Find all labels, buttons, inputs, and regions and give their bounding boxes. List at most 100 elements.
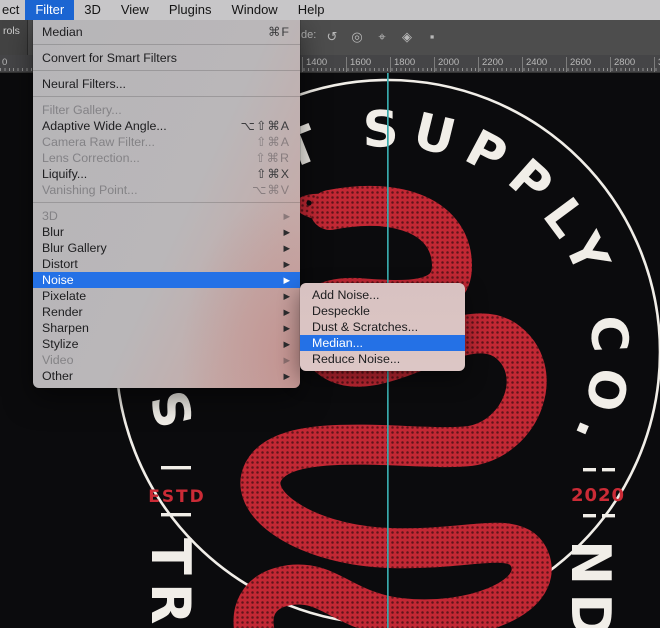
menu-item-label: Blur Gallery xyxy=(42,240,107,256)
menu-bar: ectFilter3DViewPluginsWindowHelp xyxy=(0,0,660,20)
submenu-item-despeckle[interactable]: Despeckle xyxy=(300,303,465,319)
menu-item-render[interactable]: Render ▶ xyxy=(33,304,300,320)
menu-item-label: Distort xyxy=(42,256,78,272)
menubar-item-view[interactable]: View xyxy=(111,0,159,20)
menu-item-label: Sharpen xyxy=(42,320,89,336)
menu-item-convert-for-smart-filters[interactable]: Convert for Smart Filters xyxy=(33,50,300,66)
photoshop-window: SERPENT SUPPLY CO. ESTD 2020 TRV ND ectF… xyxy=(0,0,660,628)
submenu-arrow-icon: ▶ xyxy=(283,288,290,304)
menu-item-stylize[interactable]: Stylize ▶ xyxy=(33,336,300,352)
menubar-item-filter[interactable]: Filter xyxy=(25,0,74,20)
menu-item-label: Other xyxy=(42,368,73,384)
mode-icon-group: ↺ ◎ ⌖ ◈ ▪ xyxy=(324,25,440,49)
ruler-origin-label: 0 xyxy=(2,57,7,68)
menu-item-label: Liquify... xyxy=(42,166,87,182)
menu-item-pixelate[interactable]: Pixelate ▶ xyxy=(33,288,300,304)
menu-item-label: Blur xyxy=(42,224,64,240)
menu-item-label: Adaptive Wide Angle... xyxy=(42,118,167,134)
ruler-label-30: 30 xyxy=(654,57,660,72)
menu-separator xyxy=(33,70,300,71)
submenu-arrow-icon: ▶ xyxy=(283,352,290,368)
menu-item-filter-gallery[interactable]: Filter Gallery... xyxy=(33,102,300,118)
submenu-item-reduce-noise[interactable]: Reduce Noise... xyxy=(300,351,465,367)
menu-separator xyxy=(33,44,300,45)
menu-item-label: Lens Correction... xyxy=(42,150,140,166)
submenu-arrow-icon: ▶ xyxy=(283,256,290,272)
menu-item-other[interactable]: Other ▶ xyxy=(33,368,300,384)
menu-item-noise[interactable]: Noise ▶ xyxy=(33,272,300,288)
menu-item-blur[interactable]: Blur ▶ xyxy=(33,224,300,240)
submenu-arrow-icon: ▶ xyxy=(283,368,290,384)
slide-3d-view-icon[interactable]: ◈ xyxy=(399,25,415,49)
submenu-arrow-icon: ▶ xyxy=(283,240,290,256)
ruler-label-2400: 2400 xyxy=(522,57,547,72)
menu-item-shortcut: ⌥⌘V xyxy=(252,182,290,198)
menubar-item-3d[interactable]: 3D xyxy=(74,0,111,20)
menu-item-label: Filter Gallery... xyxy=(42,102,122,118)
menu-item-blur-gallery[interactable]: Blur Gallery ▶ xyxy=(33,240,300,256)
menu-item-label: Median xyxy=(42,24,83,40)
noise-submenu: Add Noise...DespeckleDust & Scratches...… xyxy=(300,283,465,371)
submenu-item-add-noise[interactable]: Add Noise... xyxy=(300,287,465,303)
menu-item-lens-correction[interactable]: Lens Correction... ⇧⌘R xyxy=(33,150,300,166)
badge-left-vertical-text: TRV xyxy=(139,538,202,628)
menu-item-label: Vanishing Point... xyxy=(42,182,138,198)
controls-label: rols xyxy=(0,20,28,55)
pan-3d-view-icon[interactable]: ⌖ xyxy=(374,25,390,49)
menu-item-label: Pixelate xyxy=(42,288,86,304)
menu-item-adaptive-wide-angle[interactable]: Adaptive Wide Angle... ⌥⇧⌘A xyxy=(33,118,300,134)
submenu-arrow-icon: ▶ xyxy=(283,304,290,320)
mode-label: de: xyxy=(301,29,316,41)
badge-year-text: 2020 xyxy=(571,485,625,506)
menu-item-shortcut: ⌘F xyxy=(268,24,290,40)
menu-separator xyxy=(33,96,300,97)
ruler-label-2200: 2200 xyxy=(478,57,503,72)
menu-item-label: Render xyxy=(42,304,83,320)
menu-item-label: Video xyxy=(42,352,73,368)
menu-item-label: Neural Filters... xyxy=(42,76,126,92)
badge-right-vertical-text: ND xyxy=(559,540,622,628)
menu-item-label: Noise xyxy=(42,272,74,288)
menu-item-median[interactable]: Median ⌘F xyxy=(33,24,300,40)
menu-item-shortcut: ⌥⇧⌘A xyxy=(241,118,290,134)
roll-3d-view-icon[interactable]: ◎ xyxy=(349,25,365,49)
submenu-arrow-icon: ▶ xyxy=(283,272,290,288)
menu-item-shortcut: ⇧⌘X xyxy=(256,166,290,182)
submenu-arrow-icon: ▶ xyxy=(283,224,290,240)
menu-item-distort[interactable]: Distort ▶ xyxy=(33,256,300,272)
menu-item-label: 3D xyxy=(42,208,58,224)
menu-item-video[interactable]: Video ▶ xyxy=(33,352,300,368)
menubar-item-ect[interactable]: ect xyxy=(0,0,25,20)
menu-item-shortcut: ⇧⌘R xyxy=(255,150,290,166)
menubar-item-window[interactable]: Window xyxy=(221,0,287,20)
ruler-label-1800: 1800 xyxy=(390,57,415,72)
menu-item-3d[interactable]: 3D ▶ xyxy=(33,208,300,224)
serpent-eye xyxy=(306,200,311,205)
menu-item-neural-filters[interactable]: Neural Filters... xyxy=(33,76,300,92)
menu-separator xyxy=(33,202,300,203)
menu-item-camera-raw-filter[interactable]: Camera Raw Filter... ⇧⌘A xyxy=(33,134,300,150)
ruler-label-2000: 2000 xyxy=(434,57,459,72)
menu-item-label: Convert for Smart Filters xyxy=(42,50,177,66)
submenu-arrow-icon: ▶ xyxy=(283,208,290,224)
menubar-item-plugins[interactable]: Plugins xyxy=(159,0,222,20)
menu-item-label: Stylize xyxy=(42,336,79,352)
menu-item-liquify[interactable]: Liquify... ⇧⌘X xyxy=(33,166,300,182)
submenu-arrow-icon: ▶ xyxy=(283,320,290,336)
orbit-3d-camera-icon[interactable]: ↺ xyxy=(324,25,340,49)
badge-estd-text: ESTD xyxy=(148,487,206,507)
submenu-item-dust-scratches[interactable]: Dust & Scratches... xyxy=(300,319,465,335)
ruler-label-1600: 1600 xyxy=(346,57,371,72)
submenu-item-median[interactable]: Median... xyxy=(300,335,465,351)
ruler-label-2800: 2800 xyxy=(610,57,635,72)
menubar-item-help[interactable]: Help xyxy=(288,0,335,20)
ruler-label-1400: 1400 xyxy=(302,57,327,72)
filter-menu: Median ⌘F Convert for Smart Filters Neural … xyxy=(33,20,300,388)
submenu-arrow-icon: ▶ xyxy=(283,336,290,352)
ruler-label-2600: 2600 xyxy=(566,57,591,72)
menu-item-shortcut: ⇧⌘A xyxy=(256,134,290,150)
menu-item-sharpen[interactable]: Sharpen ▶ xyxy=(33,320,300,336)
zoom-3d-camera-icon[interactable]: ▪ xyxy=(424,25,440,49)
menu-item-vanishing-point[interactable]: Vanishing Point... ⌥⌘V xyxy=(33,182,300,198)
menu-item-label: Camera Raw Filter... xyxy=(42,134,155,150)
